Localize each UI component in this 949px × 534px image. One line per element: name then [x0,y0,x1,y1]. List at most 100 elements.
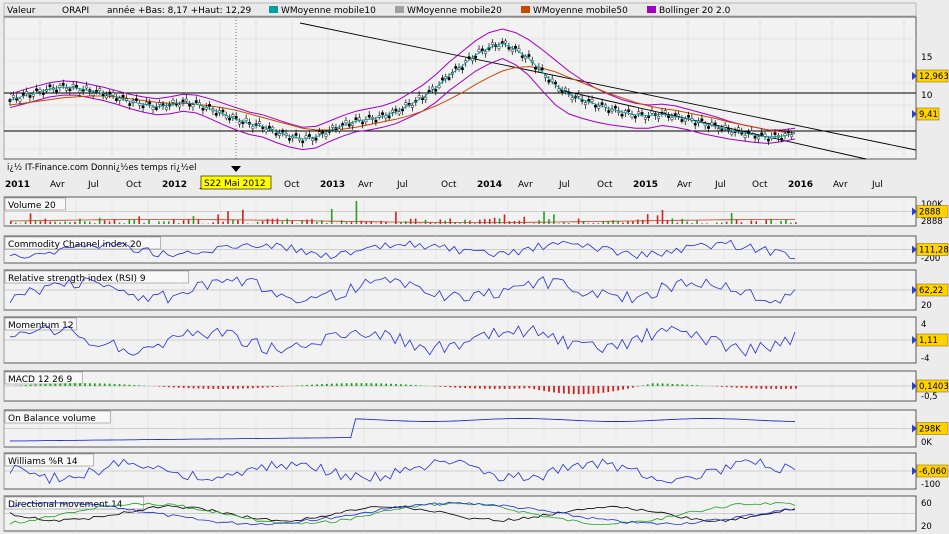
macd-histogram-bar [118,384,121,386]
macd-histogram-bar [543,386,546,391]
macd-histogram-bar [567,386,570,394]
price-candle-body [630,114,634,118]
price-candle-body [613,105,617,109]
macd-histogram-bar [577,386,580,395]
price-candle-body [65,87,68,91]
macd-histogram-bar [212,386,215,389]
volume-bar [14,222,17,224]
price-candle-body [181,99,185,103]
price-candle-body [304,135,308,139]
price-candle-body [184,98,188,102]
indicator-title: On Balance volume [8,414,96,424]
volume-bar [29,213,32,224]
price-candle-body [547,80,551,83]
price-candle-body [650,110,654,114]
price-candle-body [108,91,112,95]
price-candle-body [354,117,358,120]
volume-bar [716,222,718,224]
price-candle-body [231,114,235,117]
macd-histogram-bar [54,383,57,386]
price-candle-body [577,93,581,97]
volume-bar [49,221,52,224]
x-axis-label: Avr [358,180,373,190]
price-candle-body [520,55,524,59]
macd-histogram-bar [632,386,634,388]
macd-histogram-bar [395,384,397,386]
date-marker-label: S22 Mai 2012 [204,179,266,189]
volume-bar [79,218,81,224]
price-candle-body [677,113,680,117]
macd-histogram-bar [202,386,205,389]
price-candle-body [134,98,138,101]
price-candle-body [288,138,291,141]
price-candle-body [600,102,604,105]
price-candle-body [570,97,574,100]
volume-bar [725,221,728,224]
volume-bar [316,221,318,224]
macd-histogram-bar [133,384,136,386]
price-tick-10: 10 [921,91,933,101]
price-badge-high: 12,963 [919,72,949,82]
macd-histogram-bar [553,386,555,393]
macd-histogram-bar [271,386,274,388]
macd-histogram-bar [444,386,447,387]
macd-histogram-bar [256,386,259,388]
price-candle-body [540,67,544,71]
indicator-title: Relative strength index (RSI) 9 [8,274,146,284]
price-candle-body [397,111,401,115]
macd-histogram-bar [464,386,467,389]
volume-bar [256,221,259,224]
macd-histogram-bar [720,386,723,387]
x-axis-label: Avr [833,180,848,190]
price-candle-body [307,134,311,137]
volume-bar [691,223,693,224]
volume-bar [192,216,195,224]
price-candle-body [441,77,444,81]
x-axis-label: Jul [87,180,99,190]
price-candle-body [374,119,378,123]
x-axis-label: Jul [558,180,570,190]
indicator-title: Directional movement 14 [8,500,123,510]
volume-bar [108,221,111,224]
volume-bar [84,221,86,224]
price-candle-body [357,117,361,121]
macd-histogram-bar [439,386,442,387]
volume-bar [755,221,758,224]
macd-histogram-bar [404,384,407,386]
legend-label-0: WMoyenne mobile10 [281,6,376,16]
price-candle-body [597,105,601,109]
macd-histogram-bar [301,385,304,386]
price-candle-body [311,138,315,142]
price-candle-body [148,101,152,105]
macd-histogram-bar [84,383,86,386]
x-axis-label: 2016 [788,180,813,190]
price-candle-body [98,88,102,92]
x-axis-label: 2012 [162,180,187,190]
macd-histogram-bar [108,383,111,386]
macd-histogram-bar [666,383,669,386]
legend-label-3: Bollinger 20 2.0 [659,6,731,16]
macd-histogram-bar [316,384,318,386]
macd-histogram-bar [508,386,511,389]
macd-histogram-bar [602,386,605,393]
x-axis-label: 2015 [633,180,658,190]
price-candle-body [564,87,567,91]
volume-bar [562,222,565,224]
price-candle-body [28,95,32,98]
legend-swatch [521,6,530,13]
macd-histogram-bar [750,386,753,389]
macd-histogram-bar [691,384,694,386]
macd-histogram-bar [355,383,358,386]
volume-bar [123,223,126,224]
price-candle-body [484,51,488,54]
x-axis-label: Jul [714,180,726,190]
price-candle-body [454,66,458,69]
volume-bar [587,223,590,224]
macd-histogram-bar [59,383,62,386]
macd-histogram-bar [627,386,629,389]
volume-bar [637,219,639,224]
price-badge-current: 9,41 [919,110,938,120]
volume-bar [548,219,550,224]
macd-histogram-bar [760,386,763,389]
macd-histogram-bar [49,383,52,386]
